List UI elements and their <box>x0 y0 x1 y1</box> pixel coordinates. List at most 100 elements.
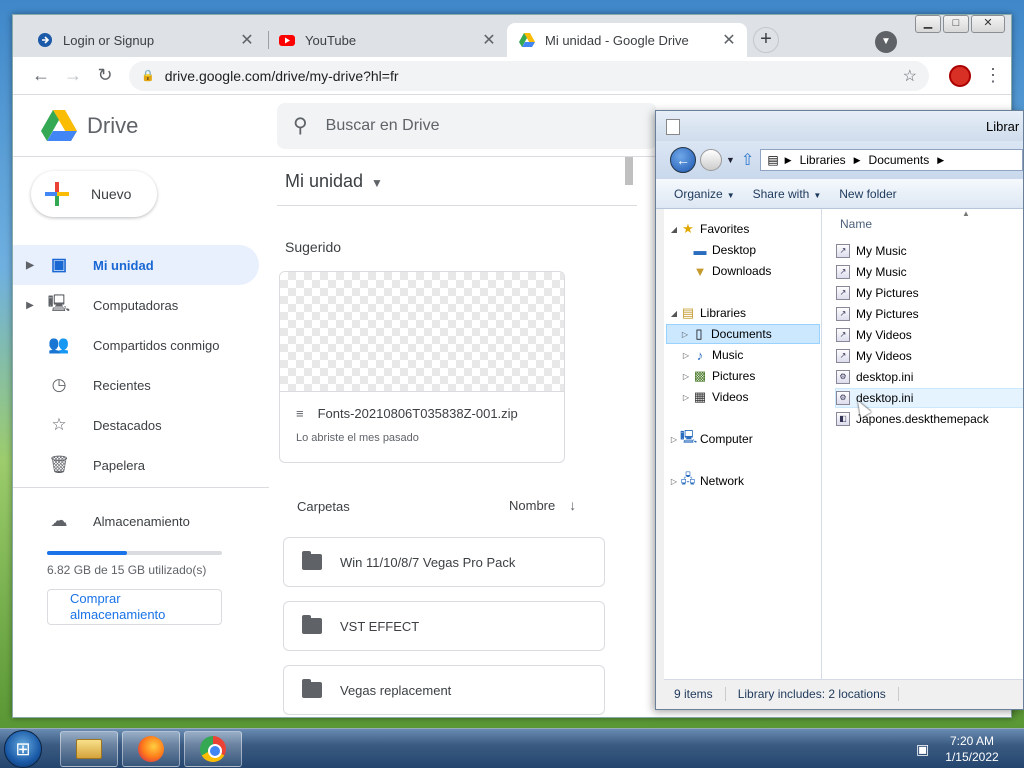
nav-almacenamiento[interactable]: ☁ Almacenamiento <box>13 501 259 541</box>
browser-menu-icon[interactable]: ⋮ <box>981 65 1005 86</box>
up-arrow-icon[interactable]: ⇧ <box>741 150 754 170</box>
breadcrumb-separator-icon[interactable]: ▶ <box>854 155 861 166</box>
nav-mi-unidad[interactable]: ▶ ▣ Mi unidad <box>13 245 259 285</box>
collapsed-triangle-icon[interactable]: ▷ <box>668 435 680 444</box>
nav-compartidos[interactable]: 👥 Compartidos conmigo <box>13 325 259 365</box>
column-header-name[interactable]: Name <box>840 217 872 231</box>
forward-arrow-icon[interactable]: → <box>57 65 89 86</box>
expand-caret-icon[interactable]: ▶ <box>13 260 47 271</box>
network-tray-icon[interactable]: ▣ <box>916 741 929 758</box>
page-title[interactable]: Mi unidad ▼ <box>285 171 383 192</box>
cloud-icon: ☁ <box>50 511 68 530</box>
collapsed-triangle-icon[interactable]: ▷ <box>680 393 692 402</box>
nav-papelera[interactable]: 🗑 Papelera <box>13 445 259 485</box>
close-window-button[interactable]: ✕ <box>971 15 1005 33</box>
folder-name: VST EFFECT <box>340 618 420 634</box>
desktop-icon: ▬ <box>693 242 707 258</box>
expand-caret-icon[interactable]: ▶ <box>13 300 47 311</box>
tab-login[interactable]: Login or Signup ✕ <box>25 23 265 57</box>
system-clock[interactable]: 7:20 AM 1/15/2022 <box>936 733 1008 765</box>
file-item[interactable]: ↗ My Videos <box>836 325 1023 345</box>
recent-pages-dropdown-icon[interactable]: ▼ <box>726 155 735 165</box>
collapsed-triangle-icon[interactable]: ▷ <box>679 330 691 339</box>
tree-item-pictures[interactable]: ▷ ▩ Pictures <box>680 366 755 386</box>
main-scrollbar[interactable] <box>625 157 633 647</box>
back-arrow-icon[interactable]: ← <box>25 65 57 86</box>
folder-name: Vegas replacement <box>340 682 452 698</box>
tree-item-desktop[interactable]: ▬ Desktop <box>680 240 757 260</box>
forward-arrow-icon[interactable] <box>700 149 722 171</box>
collapsed-triangle-icon[interactable]: ▷ <box>680 372 692 381</box>
explorer-breadcrumb[interactable]: ▤ ▶ Libraries ▶ Documents ▶ <box>760 149 1023 171</box>
tree-item-network[interactable]: ▷ 🖧 Network <box>668 471 744 491</box>
tree-item-libraries[interactable]: ◢ ▤ Libraries <box>668 303 746 323</box>
sort-arrow-icon[interactable]: ↓ <box>569 497 576 513</box>
tab-close-icon[interactable]: ✕ <box>481 30 497 50</box>
tree-item-documents[interactable]: ▷ ▯ Documents <box>666 324 820 344</box>
tab-google-drive[interactable]: Mi unidad - Google Drive ✕ <box>507 23 747 57</box>
computer-icon: 🖳 <box>680 429 698 444</box>
reload-icon[interactable]: ↻ <box>89 65 121 86</box>
file-item[interactable]: ↗ My Pictures <box>836 283 1023 303</box>
suggested-file-card[interactable]: ≡ Fonts-20210806T035838Z-001.zip Lo abri… <box>279 271 565 463</box>
firefox-taskbar-button[interactable] <box>122 731 180 767</box>
storage-progress-fill <box>47 551 127 555</box>
back-arrow-icon[interactable]: ← <box>670 147 696 173</box>
explorer-titlebar[interactable]: Librar <box>656 111 1023 141</box>
chrome-taskbar-button[interactable] <box>184 731 242 767</box>
profile-menu-icon[interactable]: ▼ <box>875 31 897 53</box>
folder-item[interactable]: VST EFFECT <box>283 601 605 651</box>
documents-icon: ▯ <box>695 326 703 341</box>
tab-close-icon[interactable]: ✕ <box>721 30 737 50</box>
file-item[interactable]: ↗ My Pictures <box>836 304 1023 324</box>
folder-icon <box>302 551 322 570</box>
search-placeholder: Buscar en Drive <box>325 116 440 134</box>
new-tab-button[interactable]: + <box>753 27 779 53</box>
computers-icon: 🖳 <box>47 293 71 313</box>
expanded-triangle-icon[interactable]: ◢ <box>668 309 680 318</box>
tab-youtube[interactable]: YouTube ✕ <box>267 23 507 57</box>
breadcrumb-documents[interactable]: Documents <box>869 153 930 167</box>
share-with-button[interactable]: Share with ▼ <box>753 187 822 201</box>
drive-logo[interactable]: Drive <box>41 109 277 142</box>
breadcrumb-libraries[interactable]: Libraries <box>800 153 846 167</box>
suggested-file-subtitle: Lo abriste el mes pasado <box>296 432 419 444</box>
folder-item[interactable]: Win 11/10/8/7 Vegas Pro Pack <box>283 537 605 587</box>
extension-icon[interactable] <box>949 64 971 87</box>
tree-item-computer[interactable]: ▷ 🖳 Computer <box>668 429 753 449</box>
tree-item-favorites[interactable]: ◢ ★ Favorites <box>668 219 749 239</box>
bookmark-star-icon[interactable]: ☆ <box>903 66 917 86</box>
file-item[interactable]: ↗ My Music <box>836 241 1023 261</box>
tree-item-downloads[interactable]: ▼ Downloads <box>680 261 772 281</box>
breadcrumb-separator-icon[interactable]: ▶ <box>937 155 944 166</box>
scrollbar-thumb[interactable] <box>625 157 633 185</box>
new-button[interactable]: Nuevo <box>31 171 157 217</box>
chrome-icon <box>200 736 226 762</box>
maximize-button[interactable]: □ <box>943 15 969 33</box>
start-button[interactable]: ⊞ <box>4 730 42 768</box>
nav-destacados[interactable]: ☆ Destacados <box>13 405 259 445</box>
organize-button[interactable]: Organize ▼ <box>674 187 735 201</box>
folder-item[interactable]: Vegas replacement <box>283 665 605 715</box>
file-item[interactable]: ↗ My Music <box>836 262 1023 282</box>
minimize-button[interactable]: ▁ <box>915 15 941 33</box>
explorer-title: Librar <box>986 119 1020 134</box>
new-folder-button[interactable]: New folder <box>839 187 896 201</box>
buy-storage-button[interactable]: Comprar almacenamiento <box>47 589 222 625</box>
file-item[interactable]: ↗ My Videos <box>836 346 1023 366</box>
nav-computadoras[interactable]: ▶ 🖳 Computadoras <box>13 285 259 325</box>
collapsed-triangle-icon[interactable]: ▷ <box>668 477 680 486</box>
sidebar-divider <box>13 487 269 488</box>
explorer-taskbar-button[interactable] <box>60 731 118 767</box>
collapsed-triangle-icon[interactable]: ▷ <box>680 351 692 360</box>
sort-by-name[interactable]: Nombre ↓ <box>509 497 576 513</box>
nav-recientes[interactable]: ◷ Recientes <box>13 365 259 405</box>
expanded-triangle-icon[interactable]: ◢ <box>668 225 680 234</box>
breadcrumb-separator-icon[interactable]: ▶ <box>785 155 792 166</box>
address-bar[interactable]: 🔒 drive.google.com/drive/my-drive?hl=fr … <box>129 60 929 91</box>
tree-item-music[interactable]: ▷ ♪ Music <box>680 345 743 365</box>
drive-search-input[interactable]: ⚲ Buscar en Drive <box>277 102 657 149</box>
file-item[interactable]: ⚙ desktop.ini <box>836 367 1023 387</box>
tab-close-icon[interactable]: ✕ <box>239 30 255 50</box>
tree-item-videos[interactable]: ▷ ▦ Videos <box>680 387 749 407</box>
